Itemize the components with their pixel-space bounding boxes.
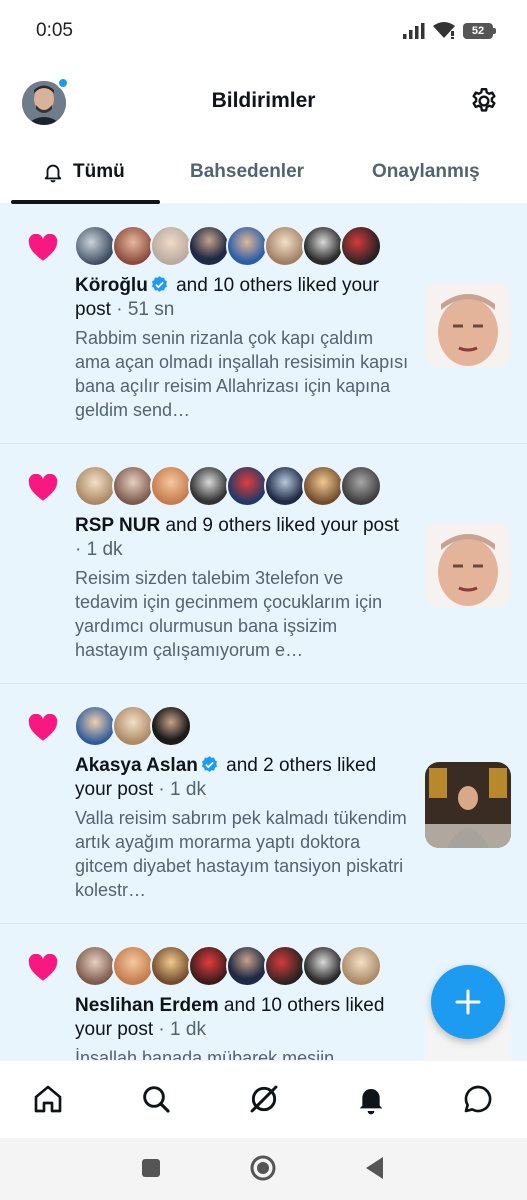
avatar[interactable] (302, 945, 344, 987)
actor-name[interactable]: Neslihan Erdem (75, 995, 219, 1016)
avatar[interactable] (302, 225, 344, 267)
battery-indicator: 52 (463, 22, 496, 39)
verified-icon (201, 756, 217, 772)
actor-name[interactable]: Akasya Aslan (75, 755, 198, 776)
post-snippet: İnşallah banada mübarek mesjin… (75, 1048, 353, 1060)
avatar[interactable] (264, 945, 306, 987)
notification-tabs: Tümü Bahsedenler Onaylanmış (0, 140, 527, 204)
heart-icon (28, 954, 58, 981)
tab-verified[interactable]: Onaylanmış (372, 140, 480, 204)
verified-icon (151, 276, 167, 292)
system-navigation-bar (0, 1138, 527, 1200)
liker-avatars (74, 225, 382, 267)
home-button-icon[interactable] (250, 1155, 276, 1181)
app-header: Bildirimler (0, 64, 527, 140)
recents-icon[interactable] (141, 1158, 161, 1178)
avatar[interactable] (112, 465, 154, 507)
avatar[interactable] (340, 225, 382, 267)
plus-icon (455, 989, 481, 1015)
avatar[interactable] (188, 225, 230, 267)
bell-icon (44, 164, 62, 183)
notification-text: Neslihan Erdem and 10 others liked your … (75, 995, 385, 1040)
notification-text: RSP NUR and 9 others liked your post · 1… (75, 515, 399, 560)
avatar[interactable] (226, 225, 268, 267)
avatar[interactable] (112, 225, 154, 267)
notification-time: 1 dk (86, 539, 123, 560)
messages-icon[interactable] (462, 1083, 494, 1115)
avatar[interactable] (226, 465, 268, 507)
heart-icon (28, 234, 58, 261)
notification-text: Köroğlu and 10 others liked your post · … (75, 275, 379, 320)
notification-action: and 9 others liked your post (165, 515, 399, 536)
notification-item[interactable]: Köroğlu and 10 others liked your post · … (0, 204, 527, 444)
wifi-icon (433, 22, 455, 39)
avatar[interactable] (74, 225, 116, 267)
notification-time: 51 sn (127, 299, 175, 320)
notification-item[interactable]: RSP NUR and 9 others liked your post · 1… (0, 444, 527, 684)
avatar[interactable] (74, 945, 116, 987)
post-snippet: Reisim sizden talebim 3telefon ve tedavi… (75, 568, 383, 660)
notification-time: 1 dk (170, 1019, 206, 1040)
notification-feed[interactable]: Köroğlu and 10 others liked your post · … (0, 204, 527, 1060)
avatar[interactable] (150, 705, 192, 747)
post-thumbnail[interactable] (425, 282, 511, 368)
avatar[interactable] (74, 465, 116, 507)
bell-icon[interactable] (355, 1083, 387, 1115)
post-thumbnail[interactable] (425, 522, 511, 608)
heart-icon (28, 714, 58, 741)
avatar[interactable] (302, 465, 344, 507)
avatar[interactable] (150, 465, 192, 507)
avatar[interactable] (226, 945, 268, 987)
avatar[interactable] (74, 705, 116, 747)
avatar[interactable] (150, 225, 192, 267)
tab-mentions-label: Bahsedenler (190, 161, 305, 182)
grok-icon[interactable] (248, 1083, 280, 1115)
avatar[interactable] (340, 465, 382, 507)
tab-mentions[interactable]: Bahsedenler (190, 140, 304, 204)
avatar[interactable] (264, 465, 306, 507)
search-icon[interactable] (140, 1083, 172, 1115)
avatar[interactable] (112, 705, 154, 747)
compose-button[interactable] (431, 965, 505, 1039)
home-icon[interactable] (32, 1083, 64, 1115)
post-snippet: Valla reisim sabrım pek kalmadı tükendim… (75, 808, 407, 900)
heart-icon (28, 474, 58, 501)
liker-avatars (74, 705, 192, 747)
status-icons: 52 (403, 22, 496, 39)
bottom-navigation (0, 1060, 527, 1138)
avatar[interactable] (264, 225, 306, 267)
tab-all-label: Tümü (73, 161, 125, 182)
unread-dot (57, 77, 69, 89)
avatar[interactable] (112, 945, 154, 987)
avatar[interactable] (188, 945, 230, 987)
liker-avatars (74, 945, 382, 987)
tab-all[interactable]: Tümü (42, 140, 125, 204)
gear-icon[interactable] (469, 86, 499, 116)
notification-item[interactable]: Akasya Aslan and 2 others liked your pos… (0, 684, 527, 924)
status-time: 0:05 (36, 20, 73, 41)
avatar[interactable] (188, 465, 230, 507)
tab-verified-label: Onaylanmış (372, 161, 480, 182)
notification-text: Akasya Aslan and 2 others liked your pos… (75, 755, 377, 800)
post-snippet: Rabbim senin rizanla çok kapı çaldım ama… (75, 328, 409, 420)
page-title: Bildirimler (211, 89, 316, 112)
avatar[interactable] (150, 945, 192, 987)
back-icon[interactable] (364, 1156, 384, 1180)
signal-icon (403, 22, 425, 39)
post-thumbnail[interactable] (425, 762, 511, 848)
avatar[interactable] (340, 945, 382, 987)
status-bar: 0:05 52 (0, 0, 527, 64)
actor-name[interactable]: RSP NUR (75, 515, 160, 536)
actor-name[interactable]: Köroğlu (75, 275, 148, 296)
notification-time: 1 dk (170, 779, 206, 800)
liker-avatars (74, 465, 382, 507)
